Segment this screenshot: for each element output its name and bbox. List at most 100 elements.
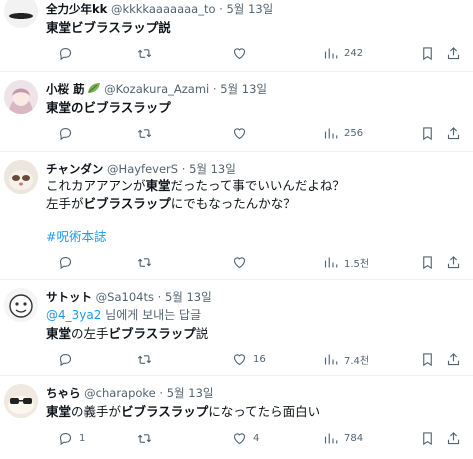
like-button[interactable]: [232, 44, 253, 62]
tweet-4[interactable]: サトット @Sa104ts · 5월 13일 @4_3ya2 님에게 보내는 답…: [0, 280, 473, 376]
action-bar: 1 4 784: [0, 429, 473, 447]
text-segment-highlight: 東堂: [145, 178, 171, 193]
text-segment-highlight: ビブラスラップ: [108, 326, 196, 341]
tweet-3[interactable]: チャンダン @HayfeverS · 5월 13일 これカアアアンが東堂だったっ…: [0, 152, 473, 280]
timestamp[interactable]: 5월 13일: [226, 2, 273, 16]
action-bar: 16 7.4천: [0, 350, 473, 368]
bookmark-button[interactable]: [420, 124, 435, 142]
bookmark-button[interactable]: [420, 253, 435, 271]
tweet-text-line-1: これカアアアンが東堂だったって事でいいんだよね？: [46, 177, 345, 195]
display-name[interactable]: 全力少年kk: [46, 2, 107, 16]
retweet-button[interactable]: [137, 350, 158, 368]
share-button[interactable]: [446, 350, 461, 368]
bookmark-icon: [423, 126, 432, 140]
retweet-icon: [137, 48, 152, 58]
share-icon: [447, 352, 460, 365]
views-icon: [324, 128, 338, 138]
text-segment-highlight: 東堂: [46, 326, 72, 341]
views-icon: [324, 354, 338, 364]
separator-dot: ·: [159, 386, 164, 400]
text-segment: これカアアアンが: [46, 178, 146, 193]
like-button[interactable]: [232, 253, 253, 271]
display-name[interactable]: サトット: [46, 290, 92, 304]
separator-dot: ·: [212, 82, 217, 96]
like-button[interactable]: [232, 124, 253, 142]
tweet-text: 東堂のビブラスラップ: [46, 100, 171, 115]
share-button[interactable]: [446, 429, 461, 447]
views-button[interactable]: 242: [323, 44, 363, 62]
display-name[interactable]: チャンダン: [46, 162, 103, 176]
retweet-icon: [137, 257, 152, 267]
handle[interactable]: @HayfeverS: [107, 162, 178, 176]
bookmark-button[interactable]: [420, 429, 435, 447]
views-button[interactable]: 256: [323, 124, 363, 142]
reply-icon: [59, 127, 72, 140]
timestamp[interactable]: 5월 13일: [220, 82, 267, 96]
views-button[interactable]: 7.4천: [323, 350, 369, 368]
text-segment: の左手: [71, 326, 109, 341]
display-name[interactable]: 小桜 莇: [46, 82, 85, 96]
bookmark-button[interactable]: [420, 350, 435, 368]
timestamp[interactable]: 5월 13일: [189, 162, 236, 176]
text-segment: にでもなったんかな？: [170, 196, 296, 211]
views-count: 242: [344, 47, 364, 59]
retweet-button[interactable]: [137, 44, 158, 62]
retweet-button[interactable]: [137, 253, 158, 271]
timestamp[interactable]: 5월 13일: [165, 290, 212, 304]
handle[interactable]: @kkkkaaaaaaa_to: [111, 2, 216, 16]
timestamp[interactable]: 5월 13일: [167, 386, 214, 400]
like-button[interactable]: 4: [232, 429, 259, 447]
views-button[interactable]: 1.5천: [323, 253, 369, 271]
like-button[interactable]: 16: [232, 350, 266, 368]
text-segment-highlight: ビブラスラップ: [83, 196, 171, 211]
heart-icon: [233, 127, 246, 139]
timeline: 全力少年kk @kkkkaaaaaaa_to · 5월 13일 東堂ビブラスラッ…: [0, 0, 473, 459]
avatar[interactable]: [4, 0, 38, 28]
views-icon: [324, 433, 338, 443]
handle[interactable]: @charapoke: [84, 386, 156, 400]
views-button[interactable]: 784: [323, 429, 363, 447]
reply-button[interactable]: [58, 253, 79, 271]
tweet-header: 小桜 莇 @Kozakura_Azami · 5월 13일: [46, 82, 267, 96]
text-segment: になってたら面白い: [208, 404, 321, 419]
hashtag-link[interactable]: #呪術本誌: [46, 228, 106, 246]
tweet-1[interactable]: 全力少年kk @kkkkaaaaaaa_to · 5월 13일 東堂ビブラスラッ…: [0, 0, 473, 72]
tweet-text: 東堂の義手がビブラスラップになってたら面白い: [46, 403, 320, 421]
reply-to-handle[interactable]: @4_3ya2: [46, 308, 101, 322]
handle[interactable]: @Sa104ts: [96, 290, 154, 304]
heart-icon: [233, 47, 246, 59]
views-count: 1.5천: [344, 258, 370, 270]
avatar[interactable]: [4, 80, 38, 114]
display-name[interactable]: ちゃら: [46, 386, 81, 400]
reply-icon: [59, 256, 72, 269]
retweet-button[interactable]: [137, 124, 158, 142]
text-segment: の義手が: [71, 404, 122, 419]
reply-button[interactable]: [58, 44, 79, 62]
text-segment: だったって事でいいんだよね？: [170, 178, 345, 193]
heart-icon: [233, 256, 246, 268]
reply-icon: [59, 353, 72, 366]
reply-button[interactable]: [58, 350, 79, 368]
reply-button[interactable]: [58, 124, 79, 142]
handle[interactable]: @Kozakura_Azami: [104, 82, 209, 96]
text-segment-highlight: 東堂: [46, 404, 72, 419]
share-button[interactable]: [446, 253, 461, 271]
bookmark-icon: [423, 352, 432, 366]
retweet-button[interactable]: [137, 429, 158, 447]
heart-icon: [233, 432, 246, 444]
views-count: 784: [344, 432, 364, 444]
avatar[interactable]: [4, 160, 38, 194]
tweet-2[interactable]: 小桜 莇 @Kozakura_Azami · 5월 13일 東堂のビブラスラップ…: [0, 72, 473, 152]
reply-to-suffix: 님에게 보내는 답글: [101, 308, 202, 322]
share-button[interactable]: [446, 44, 461, 62]
tweet-header: ちゃら @charapoke · 5월 13일: [46, 386, 214, 400]
avatar[interactable]: [4, 384, 38, 418]
share-button[interactable]: [446, 124, 461, 142]
tweet-5[interactable]: ちゃら @charapoke · 5월 13일 東堂の義手がビブラスラップになっ…: [0, 376, 473, 459]
tweet-text: 東堂ビブラスラップ説: [46, 20, 171, 35]
bookmark-button[interactable]: [420, 44, 435, 62]
retweet-icon: [137, 433, 152, 443]
reply-button[interactable]: 1: [58, 429, 85, 447]
reply-icon: [59, 432, 72, 445]
avatar[interactable]: [4, 288, 38, 322]
